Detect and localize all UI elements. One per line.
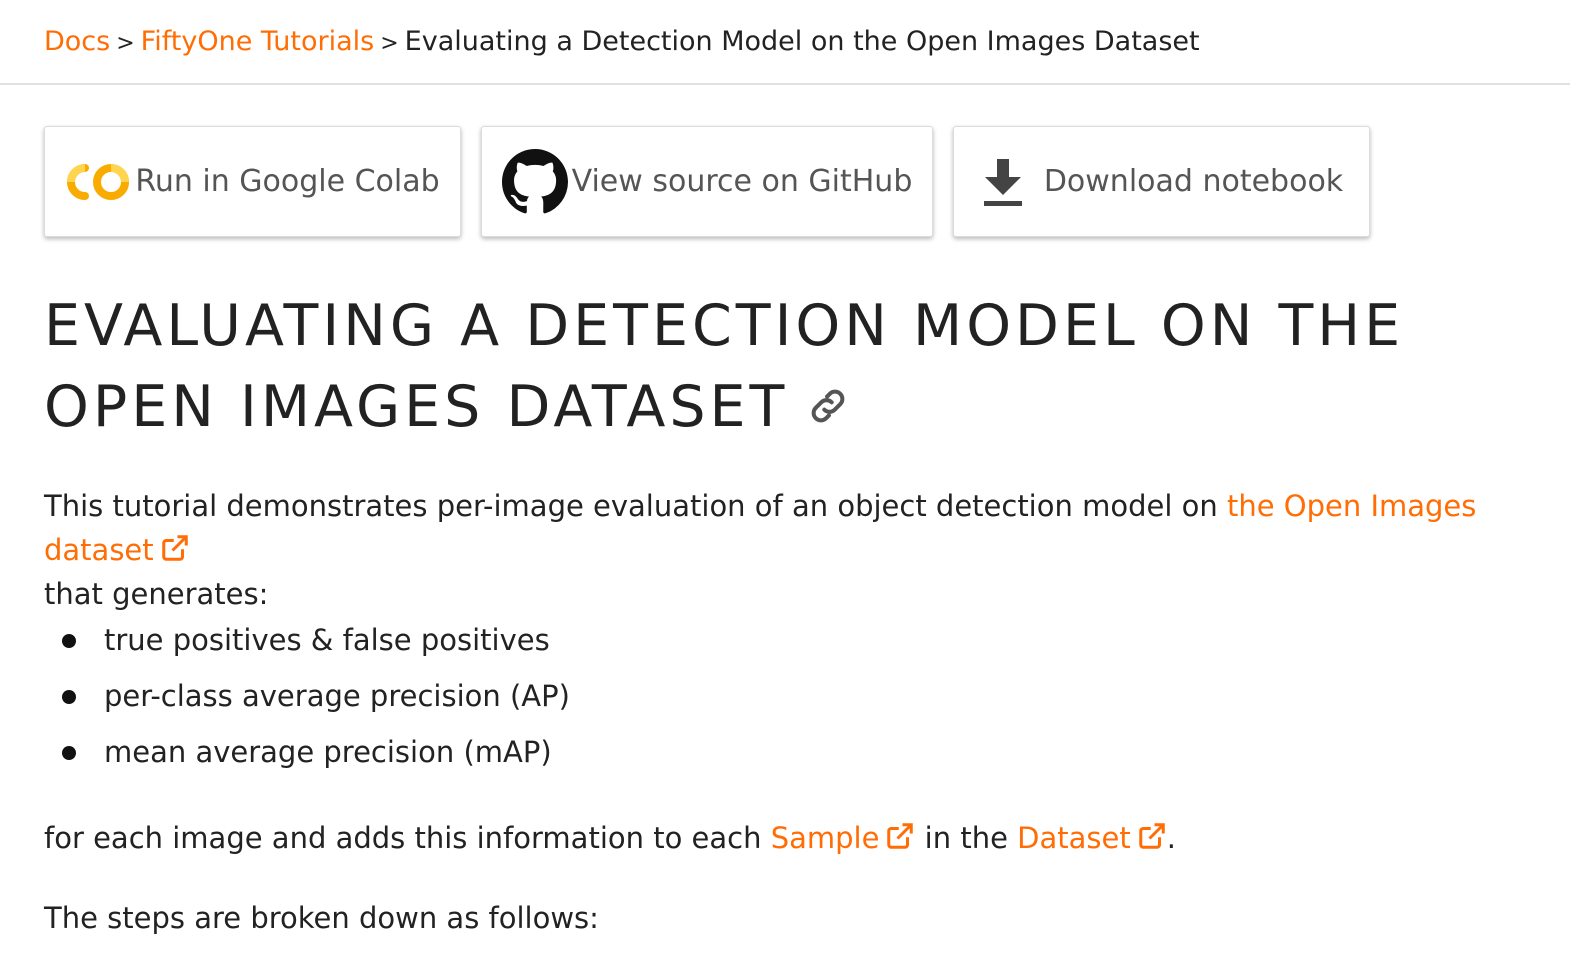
sample-link-label: Sample xyxy=(770,821,880,855)
para2-after: . xyxy=(1166,821,1176,855)
breadcrumb-separator: > xyxy=(116,31,135,56)
colab-button-label: Run in Google Colab xyxy=(135,164,440,199)
breadcrumb-docs-link[interactable]: Docs xyxy=(44,26,110,57)
list-item-text: per-class average precision (AP) xyxy=(104,679,570,713)
run-in-colab-button[interactable]: Run in Google Colab xyxy=(44,126,461,237)
breadcrumb-separator: > xyxy=(380,31,399,56)
dataset-link[interactable]: Dataset xyxy=(1017,821,1167,855)
page-title: EVALUATING A DETECTION MODEL ON THE OPEN… xyxy=(44,286,1524,448)
para2-middle: in the xyxy=(915,821,1018,855)
sample-dataset-paragraph: for each image and adds this information… xyxy=(44,816,1544,860)
sample-link[interactable]: Sample xyxy=(771,821,916,855)
breadcrumb-tutorials-link[interactable]: FiftyOne Tutorials xyxy=(141,26,375,57)
list-item: mean average precision (mAP) xyxy=(44,724,570,780)
download-notebook-button[interactable]: Download notebook xyxy=(953,126,1370,237)
breadcrumb-bar: Docs > FiftyOne Tutorials > Evaluating a Det… xyxy=(0,0,1570,85)
colab-icon xyxy=(67,163,130,200)
permalink-icon[interactable] xyxy=(806,384,850,428)
bullet-dot xyxy=(62,634,76,648)
breadcrumb-current: Evaluating a Detection Model on the Open… xyxy=(404,26,1200,57)
external-link-icon xyxy=(1138,823,1165,849)
intro-paragraph: This tutorial demonstrates per-image eva… xyxy=(44,484,1544,616)
bullet-dot xyxy=(62,690,76,704)
view-on-github-button[interactable]: View source on GitHub xyxy=(481,126,933,237)
intro-after-text: that generates: xyxy=(44,577,269,611)
external-link-icon xyxy=(161,535,188,561)
github-button-label: View source on GitHub xyxy=(571,164,913,199)
download-icon xyxy=(983,158,1022,206)
list-item-text: mean average precision (mAP) xyxy=(104,735,552,769)
breadcrumb: Docs > FiftyOne Tutorials > Evaluating a Det… xyxy=(44,24,1200,62)
dataset-link-label: Dataset xyxy=(1017,821,1131,855)
list-item-text: true positives & false positives xyxy=(104,623,550,657)
list-item: per-class average precision (AP) xyxy=(44,668,570,724)
download-button-label: Download notebook xyxy=(1043,164,1344,199)
page-title-text: EVALUATING A DETECTION MODEL ON THE OPEN… xyxy=(44,293,1405,440)
list-item: true positives & false positives xyxy=(44,612,570,668)
steps-intro-paragraph: The steps are broken down as follows: xyxy=(44,901,599,935)
intro-text: This tutorial demonstrates per-image eva… xyxy=(44,489,1227,523)
external-link-icon xyxy=(887,823,914,849)
github-icon xyxy=(501,148,568,213)
metrics-list: true positives & false positives per-cla… xyxy=(44,612,570,780)
para2-before: for each image and adds this information… xyxy=(44,821,771,855)
bullet-dot xyxy=(62,746,76,760)
